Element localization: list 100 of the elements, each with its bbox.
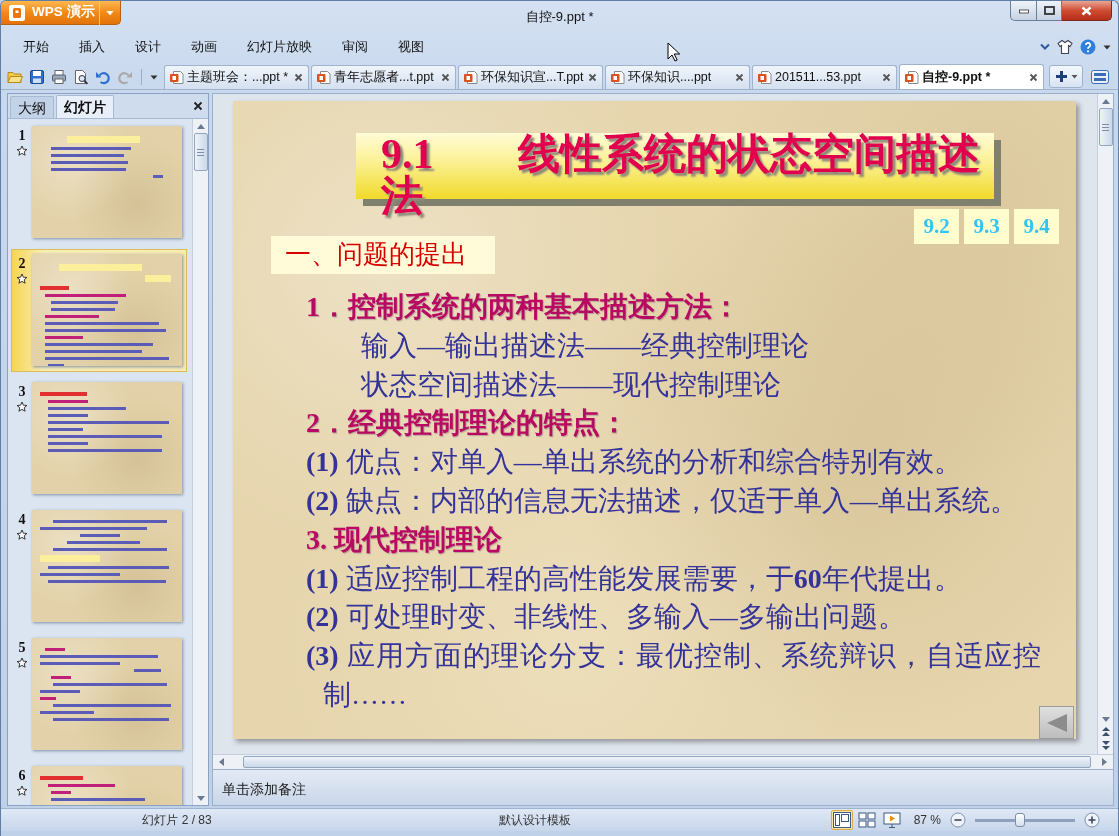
new-tab-button[interactable] xyxy=(1049,65,1083,88)
document-tab[interactable]: 环保知识宣...T.ppt xyxy=(458,65,603,89)
slideshow-icon xyxy=(882,812,901,828)
zoom-out-button[interactable] xyxy=(950,812,966,828)
slide-number: 6 xyxy=(18,768,26,783)
scroll-up-arrow-icon[interactable] xyxy=(1100,97,1111,105)
print-icon[interactable] xyxy=(51,68,67,85)
presentation-file-icon xyxy=(610,70,625,85)
window-title: 自控-9.ppt * xyxy=(525,8,594,26)
vertical-scrollbar[interactable] xyxy=(192,119,208,805)
close-icon[interactable] xyxy=(1029,72,1038,82)
slide-list-item: (1) 优点：对单入—单出系统的分析和综合特别有效。 xyxy=(306,445,963,480)
window-layout-icon xyxy=(1091,69,1109,84)
star-icon xyxy=(16,273,28,285)
close-icon[interactable] xyxy=(294,73,303,82)
close-icon[interactable] xyxy=(588,73,597,82)
scrollbar-thumb[interactable] xyxy=(243,756,1091,768)
slide-number: 2 xyxy=(18,256,26,271)
chevron-down-icon[interactable] xyxy=(1040,43,1050,50)
panel-tab[interactable]: 幻灯片 xyxy=(56,95,114,118)
plus-icon xyxy=(1054,70,1068,83)
slide-thumbnail-item[interactable]: 5 xyxy=(11,633,187,756)
caret-icon xyxy=(1070,74,1078,79)
menu-tab[interactable]: 设计 xyxy=(120,36,176,57)
scroll-down-arrow-icon[interactable] xyxy=(195,794,206,802)
document-tab[interactable]: 201511...53.ppt xyxy=(752,65,897,89)
menu-tab[interactable]: 动画 xyxy=(176,36,232,57)
scrollbar-thumb[interactable] xyxy=(193,133,208,171)
menu-tab[interactable]: 开始 xyxy=(8,36,64,57)
menu-tab[interactable]: 幻灯片放映 xyxy=(232,36,327,57)
print-preview-icon[interactable] xyxy=(73,68,89,85)
caret-icon[interactable] xyxy=(1103,43,1111,50)
slide-sorter-icon xyxy=(857,812,876,828)
close-icon[interactable] xyxy=(193,101,203,111)
scroll-right-arrow-icon[interactable] xyxy=(1101,757,1109,767)
document-tab[interactable]: 自控-9.ppt * xyxy=(899,64,1044,89)
slide-number: 5 xyxy=(18,640,26,655)
zoom-in-button[interactable] xyxy=(1084,812,1100,828)
caret-icon xyxy=(106,9,114,16)
slide-number: 1 xyxy=(18,128,26,143)
slide-thumbnail-item[interactable]: 3 xyxy=(11,377,187,500)
maximize-button[interactable] xyxy=(1036,1,1062,21)
next-slide-icon[interactable] xyxy=(1100,740,1111,751)
close-button[interactable] xyxy=(1062,1,1112,21)
zoom-percentage: 87 % xyxy=(913,812,941,829)
slide-list-item: (2) 可处理时变、非线性、多输入—多输出问题。 xyxy=(306,600,907,635)
minimize-button[interactable] xyxy=(1010,1,1036,21)
vertical-scrollbar[interactable] xyxy=(1097,94,1113,754)
star-icon xyxy=(16,529,28,541)
panel-tab[interactable]: 大纲 xyxy=(10,96,54,118)
back-button[interactable] xyxy=(1039,706,1074,739)
horizontal-scrollbar[interactable] xyxy=(213,754,1113,769)
slide-heading: 3. 现代控制理论 xyxy=(306,522,503,557)
back-arrow-icon xyxy=(1045,712,1068,733)
document-tab[interactable]: 主题班会：...ppt * xyxy=(164,65,309,89)
scroll-up-arrow-icon[interactable] xyxy=(195,122,206,130)
presentation-file-icon xyxy=(169,70,184,85)
scrollbar-thumb[interactable] xyxy=(1098,108,1113,146)
document-tab[interactable]: 环保知识....ppt xyxy=(605,65,750,89)
slide-thumbnail-item[interactable]: 2 xyxy=(11,249,187,372)
slide-heading: 1．控制系统的两种基本描述方法： xyxy=(306,290,741,324)
shirt-icon[interactable] xyxy=(1057,38,1073,55)
close-icon xyxy=(1081,5,1092,16)
presentation-file-icon xyxy=(316,70,331,85)
slide-list-item: (2) 缺点：内部的信息无法描述，仅适于单入—单出系统。 xyxy=(306,484,1019,518)
document-tab[interactable]: 青年志愿者...t.ppt xyxy=(311,65,456,89)
slide-thumbnail-item[interactable]: 4 xyxy=(11,505,187,628)
view-button[interactable] xyxy=(855,810,878,830)
scroll-down-arrow-icon[interactable] xyxy=(1100,715,1111,723)
zoom-slider-thumb[interactable] xyxy=(1015,813,1025,827)
app-menu-dropdown[interactable] xyxy=(99,1,121,25)
close-icon[interactable] xyxy=(735,73,744,82)
caret-icon[interactable] xyxy=(150,73,158,80)
slide-number: 4 xyxy=(18,512,26,527)
normal-view-icon xyxy=(832,812,851,828)
plus-icon xyxy=(1084,812,1100,828)
presentation-file-icon xyxy=(904,69,919,85)
section-heading: 一、问题的提出 xyxy=(271,236,495,274)
slide-number: 3 xyxy=(18,384,26,399)
previous-slide-icon[interactable] xyxy=(1100,726,1111,737)
view-button[interactable] xyxy=(830,810,853,830)
slide-thumbnail-item[interactable]: 6 xyxy=(11,761,187,805)
slide-thumbnail-item[interactable]: 1 xyxy=(11,121,187,244)
scroll-left-arrow-icon[interactable] xyxy=(217,757,225,767)
minus-icon xyxy=(950,812,966,828)
presentation-file-icon xyxy=(463,70,478,85)
star-icon xyxy=(16,401,28,413)
close-icon[interactable] xyxy=(882,73,891,82)
slide-subpoint: 输入—输出描述法——经典控制理论 xyxy=(360,328,810,363)
help-icon[interactable] xyxy=(1080,38,1096,55)
notes-field[interactable]: 单击添加备注 xyxy=(213,769,1113,805)
close-icon[interactable] xyxy=(441,73,450,82)
view-button[interactable] xyxy=(880,810,903,830)
slide-list-item: (1) 适应控制工程的高性能发展需要，于60年代提出。 xyxy=(306,561,963,596)
slide-list-item: (3) 应用方面的理论分支：最优控制、系统辩识，自适应控制…… xyxy=(306,639,1041,712)
maximize-icon xyxy=(1043,6,1055,15)
menu-tab[interactable]: 审阅 xyxy=(327,36,383,57)
menu-tab[interactable]: 视图 xyxy=(383,36,439,57)
menu-tab[interactable]: 插入 xyxy=(64,36,120,57)
save-icon[interactable] xyxy=(29,68,45,85)
